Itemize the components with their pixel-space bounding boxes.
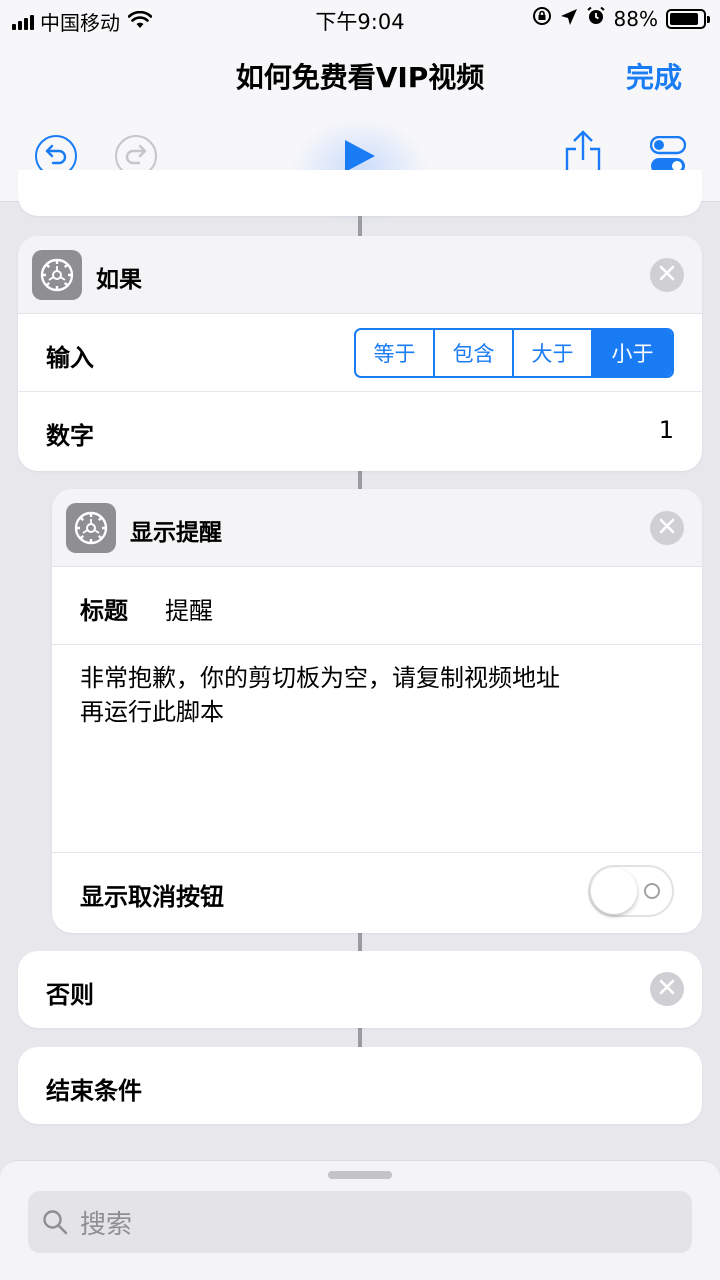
- orientation-lock-icon: [532, 6, 552, 31]
- alert-title-row[interactable]: 标题 提醒: [52, 567, 702, 645]
- title-field-label: 标题: [80, 597, 128, 625]
- alert-title: 显示提醒: [130, 520, 222, 546]
- actions-bottom-sheet: 搜索: [0, 1160, 720, 1280]
- gear-icon: [32, 250, 82, 300]
- condition-option-contains[interactable]: 包含: [435, 330, 514, 376]
- done-button[interactable]: 完成: [626, 56, 682, 96]
- condition-segmented-control: 等于 包含 大于 小于: [354, 328, 674, 378]
- title-field-value[interactable]: 提醒: [165, 591, 213, 626]
- show-alert-card: 显示提醒 标题 提醒 非常抱歉，你的剪切板为空，请复制视频地址 再运行此脚本 显…: [52, 489, 702, 933]
- otherwise-title: 否则: [46, 981, 94, 1009]
- message-line-1: 非常抱歉，你的剪切板为空，请复制视频地址: [80, 664, 560, 692]
- if-title: 如果: [96, 267, 142, 293]
- end-if-card: 结束条件: [18, 1047, 702, 1124]
- condition-option-greater[interactable]: 大于: [514, 330, 593, 376]
- remove-otherwise-button[interactable]: [650, 972, 684, 1006]
- alarm-icon: [586, 6, 606, 31]
- close-icon: [659, 518, 675, 538]
- redo-icon: [124, 143, 148, 169]
- previous-action-card: [18, 170, 702, 216]
- show-cancel-label: 显示取消按钮: [80, 883, 224, 911]
- search-icon: [42, 1209, 68, 1235]
- number-label: 数字: [46, 422, 94, 450]
- status-bar: 中国移动 下午9:04 88%: [0, 0, 720, 36]
- condition-option-equals[interactable]: 等于: [356, 330, 435, 376]
- otherwise-card: 否则: [18, 951, 702, 1028]
- number-value[interactable]: 1: [659, 416, 674, 444]
- end-if-title: 结束条件: [46, 1077, 142, 1105]
- page-title: 如何免费看VIP视频: [235, 61, 485, 94]
- show-cancel-row: 显示取消按钮: [52, 853, 702, 931]
- condition-option-less[interactable]: 小于: [593, 330, 672, 376]
- remove-alert-button[interactable]: [650, 511, 684, 545]
- close-icon: [659, 265, 675, 285]
- search-input[interactable]: 搜索: [28, 1191, 692, 1253]
- gear-icon: [66, 503, 116, 553]
- show-cancel-toggle[interactable]: [588, 865, 674, 917]
- number-row[interactable]: 数字 1: [18, 392, 702, 470]
- battery-percent: 88%: [613, 6, 658, 31]
- sheet-grabber[interactable]: [328, 1171, 392, 1179]
- if-action-card: 如果 输入 等于 包含 大于 小于 数字 1: [18, 236, 702, 471]
- condition-row: 输入 等于 包含 大于 小于: [18, 314, 702, 392]
- location-icon: [560, 7, 578, 31]
- message-field[interactable]: 非常抱歉，你的剪切板为空，请复制视频地址 再运行此脚本: [52, 645, 702, 853]
- input-label: 输入: [46, 344, 94, 372]
- remove-if-button[interactable]: [650, 258, 684, 292]
- message-line-2: 再运行此脚本: [80, 698, 224, 726]
- undo-icon: [44, 143, 68, 169]
- close-icon: [659, 979, 675, 999]
- search-placeholder: 搜索: [80, 1209, 133, 1240]
- battery-icon: [666, 8, 710, 29]
